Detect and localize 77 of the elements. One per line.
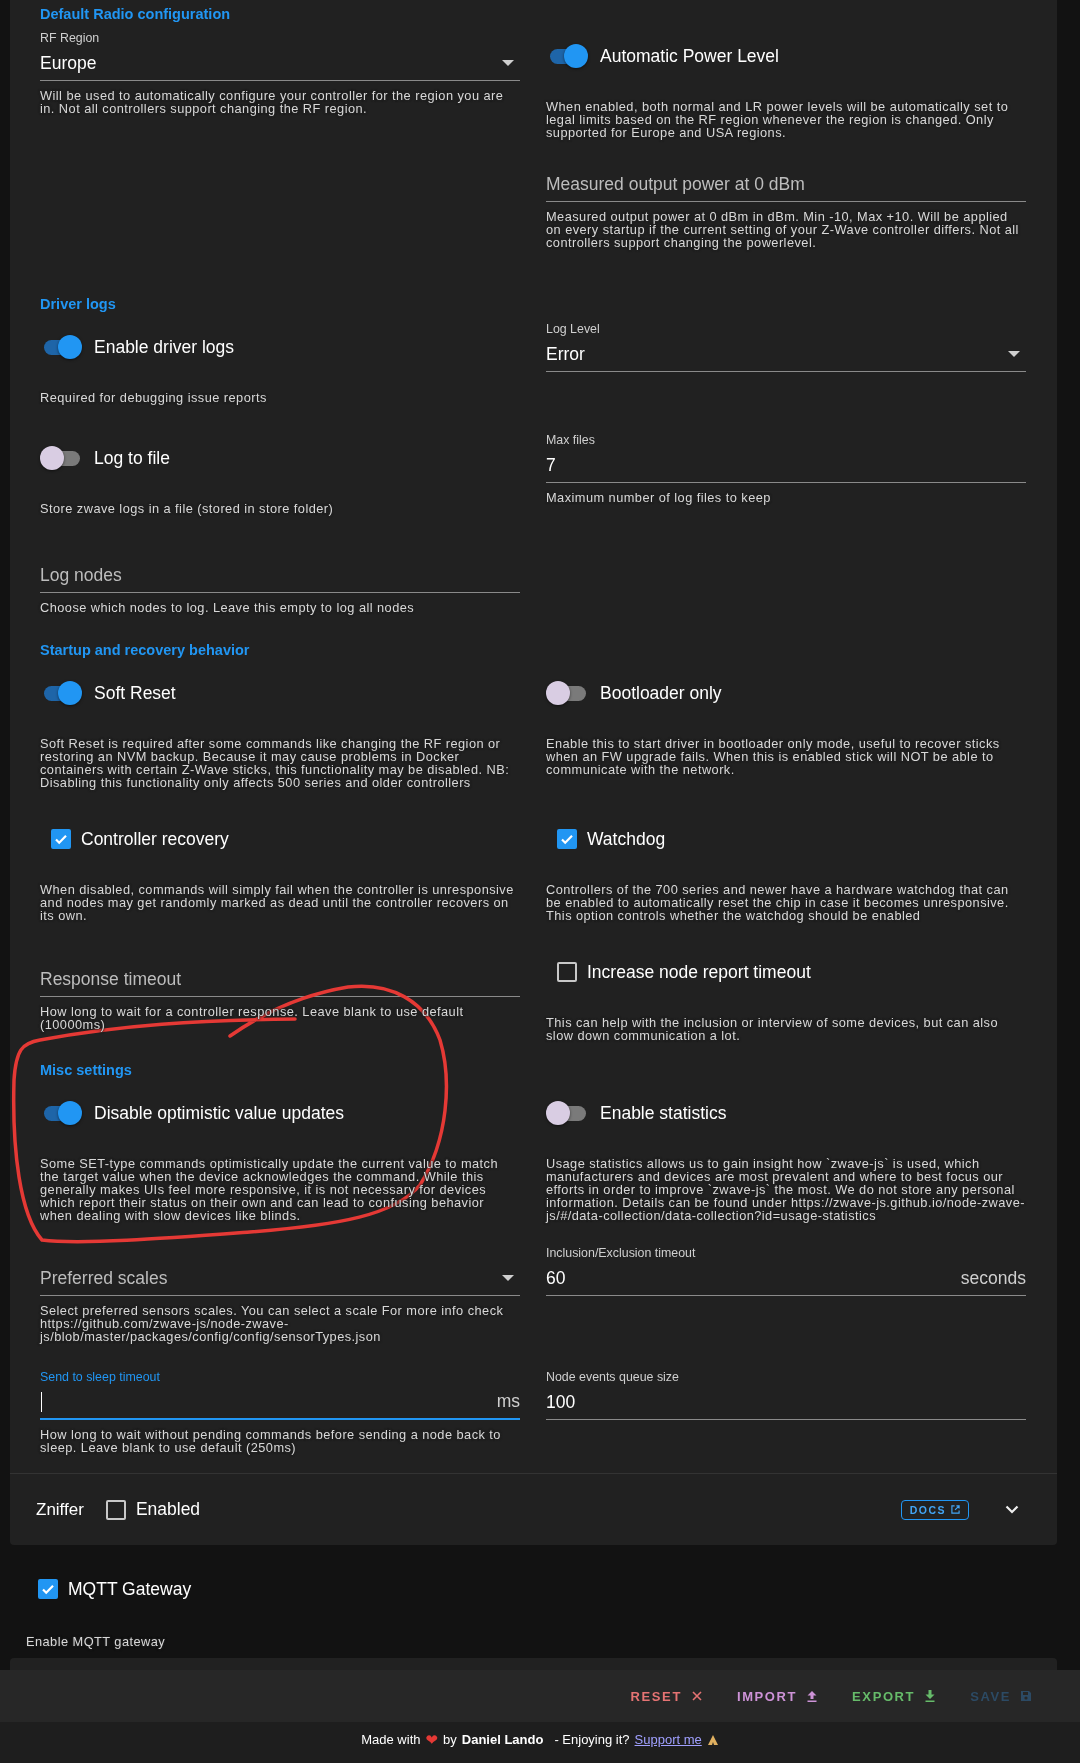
- toggle-label: Enable statistics: [600, 1102, 727, 1124]
- upload-icon: [806, 1690, 819, 1702]
- close-icon: [690, 1690, 703, 1702]
- caret-icon: [502, 1275, 514, 1281]
- input-field[interactable]: 60 seconds: [546, 1261, 1026, 1296]
- panel-title: Zniffer: [36, 1499, 84, 1520]
- help-text: Measured output power at 0 dBm in dBm. Min -10, Max +10. Will be applied on every startup if the current setting of your Z-Wave controller differs. Not all controllers support changing the powerlevel.: [546, 210, 1020, 249]
- unit-suffix: seconds: [960, 1267, 1026, 1289]
- support-link[interactable]: Support me: [634, 1732, 702, 1747]
- help-text: Enable MQTT gateway: [26, 1635, 167, 1648]
- toggle-switch[interactable]: [40, 446, 82, 470]
- checkbox-label: Controller recovery: [81, 828, 229, 850]
- footer-text: - Enjoying it?: [554, 1732, 630, 1747]
- download-icon: [924, 1690, 937, 1702]
- toggle-label: Automatic Power Level: [600, 45, 779, 67]
- checkbox[interactable]: [557, 962, 577, 982]
- checkbox-label: Enabled: [135, 1499, 201, 1520]
- chevron-icon[interactable]: [1005, 1505, 1019, 1514]
- footer-text: Made with: [361, 1732, 421, 1747]
- toggle-label: Bootloader only: [600, 682, 722, 704]
- help-text: Required for debugging issue reports: [40, 391, 268, 404]
- input-field[interactable]: ms: [40, 1385, 520, 1420]
- help-text: Select preferred sensors scales. You can select a scale For more info check https://github.com/zwave-js/node-zwave-js/blob/master/packages/config/config/sensorTypes.json: [40, 1304, 505, 1343]
- input-field[interactable]: Measured output power at 0 dBm: [546, 167, 1026, 202]
- footer-text: by: [443, 1732, 457, 1747]
- toggle-label: Disable optimistic value updates: [94, 1102, 344, 1124]
- help-text: Controllers of the 700 series and newer have a hardware watchdog that can be enabled to automatically reset the chip in case it becomes unresponsive. This option controls whether the watchdog should be enabled: [546, 883, 1010, 922]
- help-text: When disabled, commands will simply fail when the controller is unresponsive and nodes may get randomly marked as dead until the controller recovers on its own.: [40, 883, 515, 922]
- caret-icon: [1008, 351, 1020, 357]
- section-heading: Startup and recovery behavior: [40, 641, 251, 660]
- input-field[interactable]: Log nodes: [40, 558, 520, 593]
- field-label: Max files: [546, 433, 595, 447]
- import-button[interactable]: IMPORT: [726, 1682, 829, 1710]
- help-text: Enable this to start driver in bootloader only mode, useful to recover sticks when an FW upgrade fails. When this is enabled stick will NOT be able to communicate with the network.: [546, 737, 1001, 776]
- input-field[interactable]: 7: [546, 448, 1026, 483]
- unit-suffix: ms: [496, 1391, 520, 1412]
- field-label: Inclusion/Exclusion timeout: [546, 1246, 696, 1260]
- help-text: This can help with the inclusion or interview of some devices, but can also slow down communication a lot.: [546, 1016, 999, 1042]
- field-label: RF Region: [40, 31, 100, 45]
- help-text: Store zwave logs in a file (stored in store folder): [40, 502, 335, 515]
- reset-button[interactable]: RESET: [620, 1682, 713, 1710]
- docs-button[interactable]: DOCS: [900, 1499, 969, 1520]
- help-text: Choose which nodes to log. Leave this empty to log all nodes: [40, 601, 416, 614]
- author-name: Daniel Lando: [461, 1732, 544, 1747]
- caret-icon: [502, 60, 514, 66]
- input-field[interactable]: 100: [546, 1385, 1026, 1420]
- checkbox[interactable]: [557, 829, 577, 849]
- toggle-switch[interactable]: [546, 1101, 588, 1125]
- checkbox-label: Watchdog: [587, 828, 666, 850]
- section-heading: Misc settings: [40, 1061, 133, 1080]
- toggle-label: Log to file: [94, 447, 170, 469]
- external-link-icon: [951, 1505, 960, 1514]
- dropdown[interactable]: Preferred scales: [40, 1261, 520, 1296]
- help-text: Soft Reset is required after some commands like changing the RF region or restoring an NVM backup. Because it may cause problems in Docker containers with certain Z-Wave sticks, this functionality may be disabled. NB: Disabling this functionality only affects 500 series and older controllers: [40, 737, 511, 789]
- help-text: How long to wait without pending commands before sending a node back to sleep. Leave blank to use default (250ms): [40, 1428, 502, 1454]
- toggle-label: Enable driver logs: [94, 336, 235, 358]
- input-field[interactable]: Response timeout: [40, 962, 520, 997]
- help-text: When enabled, both normal and LR power levels will be automatically set to legal limits based on the RF region whenever the region is changed. Only supported for Europe and USA regions.: [546, 100, 1010, 139]
- checkbox[interactable]: [38, 1579, 58, 1599]
- help-text: Usage statistics allows us to gain insight how `zwave-js` is used, which manufacturers and devices are most prevalent and where to best focus our efforts in order to improve `zwave-js` the most. We do not store any personal information. Details can be found under https://zwave-js.github.io/node-zwave-js/#/data-collection/data-collection?id=usage-statistics: [546, 1157, 1026, 1222]
- toggle-label: Soft Reset: [94, 682, 176, 704]
- section-heading: Default Radio configuration: [40, 5, 232, 24]
- heart-icon: ❤: [425, 1730, 439, 1749]
- field-label: Send to sleep timeout: [40, 1370, 160, 1384]
- toggle-switch[interactable]: [546, 681, 588, 705]
- section-heading: Driver logs: [40, 295, 117, 314]
- export-button[interactable]: EXPORT: [842, 1682, 947, 1710]
- checkbox-label: MQTT Gateway: [68, 1578, 192, 1600]
- checkbox[interactable]: [51, 829, 71, 849]
- field-label: Node events queue size: [546, 1370, 679, 1384]
- help-text: Will be used to automatically configure your controller for the region you are in. Not all controllers support changing the RF region.: [40, 89, 505, 115]
- field-label: Log Level: [546, 322, 600, 336]
- checkbox[interactable]: [105, 1499, 126, 1520]
- help-text: Maximum number of log files to keep: [546, 491, 772, 504]
- checkbox-label: Increase node report timeout: [587, 961, 811, 983]
- dropdown[interactable]: Error: [546, 337, 1026, 372]
- dropdown[interactable]: Europe: [40, 46, 520, 81]
